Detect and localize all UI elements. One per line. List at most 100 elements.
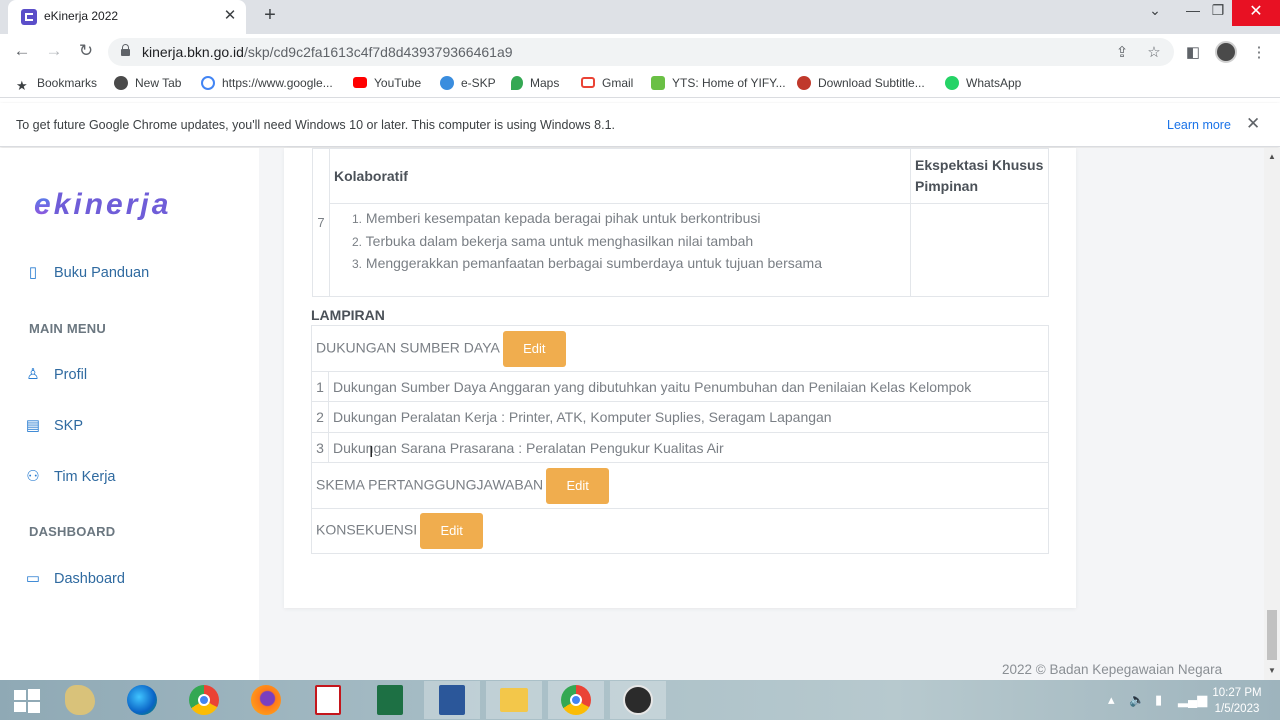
- sidebar-item-skp[interactable]: ▤ SKP: [24, 416, 83, 435]
- taskbar-paint[interactable]: [52, 681, 108, 719]
- book-icon: ▯: [28, 264, 38, 281]
- obs-icon: [623, 685, 653, 715]
- taskbar-word[interactable]: [424, 681, 480, 719]
- row-number: 3: [311, 432, 329, 463]
- youtube-icon: [353, 77, 367, 88]
- battery-icon[interactable]: ▮: [1155, 692, 1162, 708]
- reload-icon[interactable]: ↻: [74, 41, 98, 61]
- konsekuensi-label: KONSEKUENSI: [316, 521, 418, 538]
- monitor-icon: ▭: [25, 570, 41, 587]
- scrollbar-thumb[interactable]: [1267, 610, 1277, 660]
- taskbar-chrome-active[interactable]: [548, 681, 604, 719]
- browser-tab[interactable]: eKinerja 2022 ✕: [8, 0, 246, 34]
- bookmark-bookmarks[interactable]: ★ Bookmarks: [16, 76, 97, 93]
- windows-logo-pane: [28, 702, 40, 713]
- back-icon[interactable]: ←: [10, 41, 34, 61]
- paint-icon: [65, 685, 95, 715]
- row-text: Dukungan Sarana Prasarana : Peralatan Pe…: [328, 432, 1049, 463]
- infobar-message: To get future Google Chrome updates, you…: [16, 118, 615, 132]
- bookmark-whatsapp[interactable]: WhatsApp: [945, 76, 1021, 90]
- window-close-icon[interactable]: ✕: [1232, 0, 1280, 26]
- table-row: 3 Dukungan Sarana Prasarana : Peralatan …: [311, 432, 1049, 463]
- bookmark-maps[interactable]: Maps: [511, 76, 559, 90]
- infobar-close-icon[interactable]: ✕: [1246, 114, 1260, 134]
- yts-icon: [651, 76, 665, 90]
- windows-logo-pane: [14, 702, 26, 712]
- whatsapp-icon: [945, 76, 959, 90]
- windows-logo-icon: [14, 690, 26, 700]
- scroll-up-icon[interactable]: ▲: [1264, 152, 1280, 161]
- page-scrollbar[interactable]: [1264, 148, 1280, 680]
- volume-icon[interactable]: 🔈: [1129, 692, 1145, 708]
- start-button[interactable]: [0, 681, 56, 719]
- taskbar-obs[interactable]: [610, 681, 666, 719]
- row-number: 2: [311, 401, 329, 433]
- bookmark-new-tab[interactable]: New Tab: [114, 76, 181, 90]
- skema-label: SKEMA PERTANGGUNGJAWABAN: [316, 476, 544, 493]
- lock-icon[interactable]: [121, 44, 130, 56]
- folder-icon: [500, 688, 528, 712]
- taskbar-clock[interactable]: 10:27 PM 1/5/2023: [1206, 685, 1268, 717]
- scroll-down-icon[interactable]: ▼: [1264, 666, 1280, 675]
- bookmark-youtube[interactable]: YouTube: [353, 76, 421, 90]
- edit-skema-button[interactable]: Edit: [546, 467, 610, 504]
- taskbar-excel[interactable]: [362, 681, 418, 719]
- sidebar-item-tim-kerja[interactable]: ⚇ Tim Kerja: [24, 467, 115, 486]
- forward-icon[interactable]: →: [42, 41, 66, 61]
- row-text: Dukungan Sumber Daya Anggaran yang dibut…: [328, 371, 1049, 402]
- behavior-item: 1. Memberi kesempatan kepada beragai pih…: [352, 210, 761, 226]
- tab-search-icon[interactable]: ⌄: [1140, 2, 1170, 19]
- share-icon[interactable]: ⇪: [1112, 43, 1132, 61]
- tray-overflow-icon[interactable]: ▴: [1108, 692, 1115, 708]
- taskbar-file-explorer[interactable]: [486, 681, 542, 719]
- bookmark-gmail[interactable]: Gmail: [581, 76, 633, 90]
- behavior-item: 3. Menggerakkan pemanfaatan berbagai sum…: [352, 255, 822, 271]
- lampiran-table: DUKUNGAN SUMBER DAYA Edit 1 Dukungan Sumb…: [311, 325, 1049, 554]
- skema-row: SKEMA PERTANGGUNGJAWABAN Edit: [311, 462, 1049, 509]
- taskbar-chrome[interactable]: [176, 681, 232, 719]
- chrome-menu-icon[interactable]: ⋮: [1249, 43, 1269, 61]
- chrome-icon: [561, 685, 591, 715]
- gmail-icon: [581, 77, 595, 88]
- taskbar-acrobat[interactable]: [300, 681, 356, 719]
- tab-close-icon[interactable]: ✕: [220, 6, 240, 24]
- sidebar-item-profil[interactable]: ♙ Profil: [24, 365, 87, 384]
- profile-avatar[interactable]: [1215, 41, 1237, 63]
- bookmark-google[interactable]: https://www.google...: [201, 76, 333, 90]
- edit-konsekuensi-button[interactable]: Edit: [420, 513, 484, 549]
- chrome-icon-center: [198, 694, 210, 706]
- sidebar-item-buku-panduan[interactable]: ▯ Buku Panduan: [24, 263, 149, 282]
- new-tab-icon[interactable]: +: [258, 4, 282, 27]
- ekinerja-logo[interactable]: ekinerja: [34, 188, 171, 222]
- subtitle-icon: [797, 76, 811, 90]
- bookmark-star-icon[interactable]: ☆: [1144, 43, 1164, 61]
- chrome-icon: [189, 685, 219, 715]
- sidebar-item-dashboard[interactable]: ▭ Dashboard: [24, 569, 125, 588]
- bookmark-download-subtitle[interactable]: Download Subtitle...: [797, 76, 925, 90]
- bookmark-e-skp[interactable]: e-SKP: [440, 76, 496, 90]
- bookmark-yts[interactable]: YTS: Home of YIFY...: [651, 76, 786, 90]
- edge-icon: [127, 685, 157, 715]
- tab-title: eKinerja 2022: [44, 9, 119, 23]
- side-panel-icon[interactable]: ◧: [1183, 43, 1203, 61]
- windows-logo-pane: [28, 689, 40, 700]
- taskbar-firefox[interactable]: [238, 681, 294, 719]
- table-row: 2 Dukungan Peralatan Kerja : Printer, AT…: [311, 401, 1049, 433]
- table-row: 1 Dukungan Sumber Daya Anggaran yang dib…: [311, 371, 1049, 402]
- behavior-item: 2. Terbuka dalam bekerja sama untuk meng…: [352, 232, 754, 249]
- url-path: /skp/cd9c2fa1613c4f7d8d439379366461a9: [243, 44, 513, 60]
- dukungan-row: DUKUNGAN SUMBER DAYA Edit: [311, 325, 1049, 372]
- user-icon: ♙: [26, 366, 40, 383]
- learn-more-link[interactable]: Learn more: [1167, 118, 1231, 132]
- sidebar: [0, 148, 259, 680]
- network-icon[interactable]: ▂▄▆: [1178, 692, 1207, 708]
- url-host: kinerja.bkn.go.id: [142, 44, 244, 60]
- taskbar-edge[interactable]: [114, 681, 170, 719]
- edit-dukungan-button[interactable]: Edit: [502, 330, 566, 367]
- google-icon: [201, 76, 215, 90]
- url-text[interactable]: kinerja.bkn.go.id/skp/cd9c2fa1613c4f7d8d…: [142, 44, 513, 60]
- row-text: Dukungan Peralatan Kerja : Printer, ATK,…: [328, 401, 1049, 433]
- sidebar-section-main-menu: MAIN MENU: [29, 321, 106, 336]
- text-cursor-icon: I: [369, 444, 374, 461]
- maximize-icon[interactable]: ❐: [1203, 2, 1233, 19]
